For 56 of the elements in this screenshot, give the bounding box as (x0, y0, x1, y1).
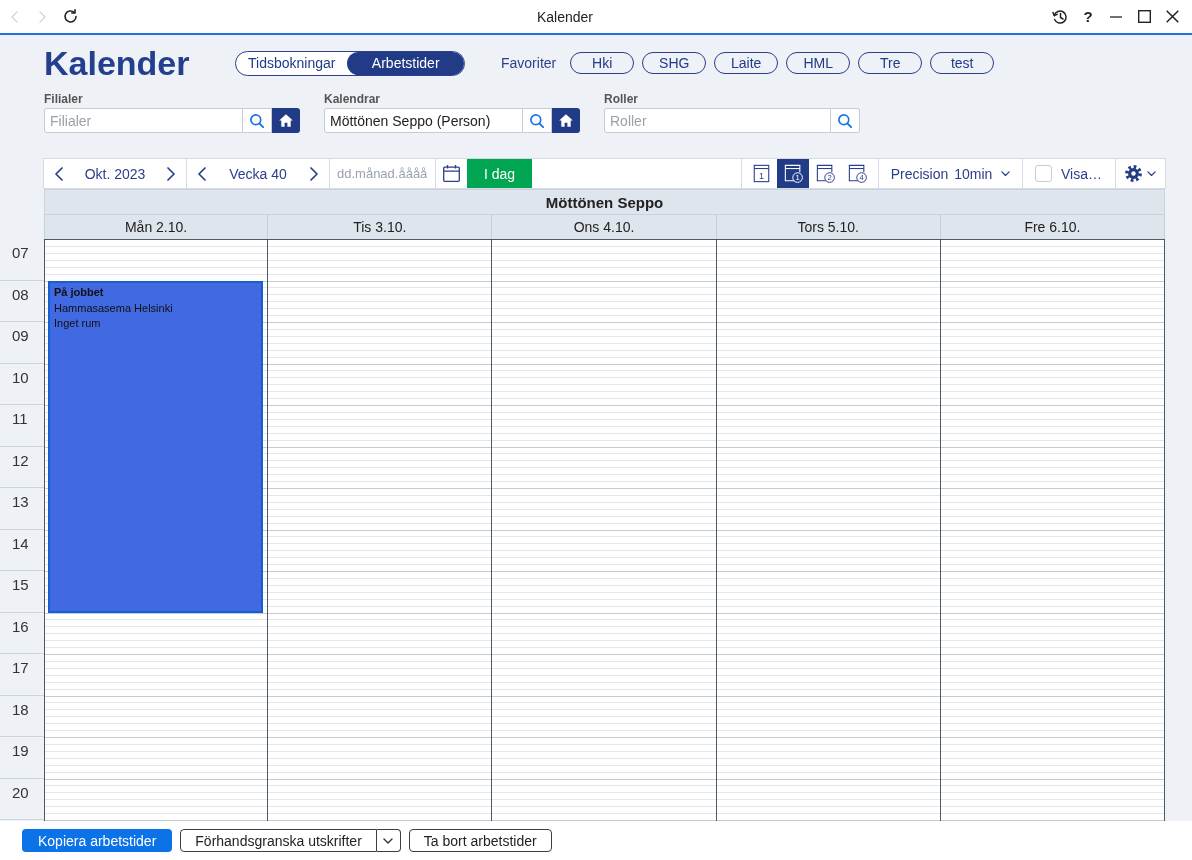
text-field[interactable]: Filialer (44, 108, 243, 133)
search-button[interactable] (831, 108, 860, 133)
chevron-left-icon (198, 166, 206, 181)
checkbox[interactable] (1035, 165, 1052, 182)
chevron-right-icon (310, 166, 318, 181)
home-button[interactable] (272, 108, 300, 133)
help-button[interactable]: ? (1074, 0, 1102, 33)
caret-icon (383, 837, 394, 844)
home-icon (559, 114, 573, 127)
precision-dropdown[interactable]: Precision 10min (879, 159, 1023, 188)
window-title: Kalender (535, 8, 594, 25)
day-header: Fre 6.10. (940, 214, 1165, 239)
view-button[interactable]: 1 (745, 159, 777, 188)
mode-tab[interactable]: Arbetstider (347, 51, 464, 75)
event-detail: Hammasasema Helsinki (54, 300, 173, 316)
text-field[interactable]: Roller (604, 108, 831, 133)
close-icon (1165, 10, 1179, 23)
chevron-right-icon (167, 166, 175, 181)
gear-icon (1125, 165, 1142, 182)
home-icon (279, 114, 293, 127)
field-label: Kalendrar (324, 93, 382, 108)
calendar-icon (443, 165, 460, 182)
caret-icon (1001, 170, 1011, 177)
copy-button[interactable]: Kopiera arbetstider (22, 829, 173, 852)
checkbox-label[interactable]: Visa… (1061, 165, 1102, 182)
day-header: Ons 4.10. (492, 214, 717, 239)
caret-icon (1147, 170, 1156, 177)
search-icon (838, 113, 852, 128)
day-header: Tors 5.10. (716, 214, 941, 239)
page-title: Kalender (44, 45, 191, 81)
home-button[interactable] (552, 108, 580, 133)
history-icon (1052, 8, 1068, 25)
calendar-icon: 1 (751, 164, 771, 183)
day-header: Tis 3.10. (268, 214, 493, 239)
minimize-icon (1110, 15, 1122, 18)
chevron-left-icon (55, 166, 63, 181)
calendar-header: Möttönen Seppo (44, 189, 1165, 214)
calendar-event[interactable]: På jobbet Hammasasema Helsinki Inget rum (48, 281, 264, 613)
week-label: Vecka 40 (228, 165, 288, 182)
field-label: Filialer (44, 93, 84, 108)
mode-tab[interactable]: Tidsbokningar (236, 51, 348, 75)
search-icon (250, 113, 264, 128)
month-label: Okt. 2023 (83, 165, 147, 182)
search-icon (530, 113, 544, 128)
delete-button[interactable]: Ta bort arbetstider (408, 829, 552, 852)
dropdown-button[interactable] (376, 829, 401, 852)
favorites-label: Favoriter (501, 55, 557, 71)
day-header: Mån 2.10. (44, 214, 269, 239)
preview-button[interactable]: Förhandsgranska utskrifter (180, 829, 377, 852)
event-detail: Inget rum (54, 316, 101, 331)
maximize-icon (1137, 10, 1151, 23)
field-label: Roller (604, 93, 639, 108)
event-title: På jobbet (54, 285, 104, 300)
search-button[interactable] (243, 108, 272, 133)
search-button[interactable] (523, 108, 552, 133)
text-field[interactable]: Möttönen Seppo (Person) (324, 108, 523, 133)
